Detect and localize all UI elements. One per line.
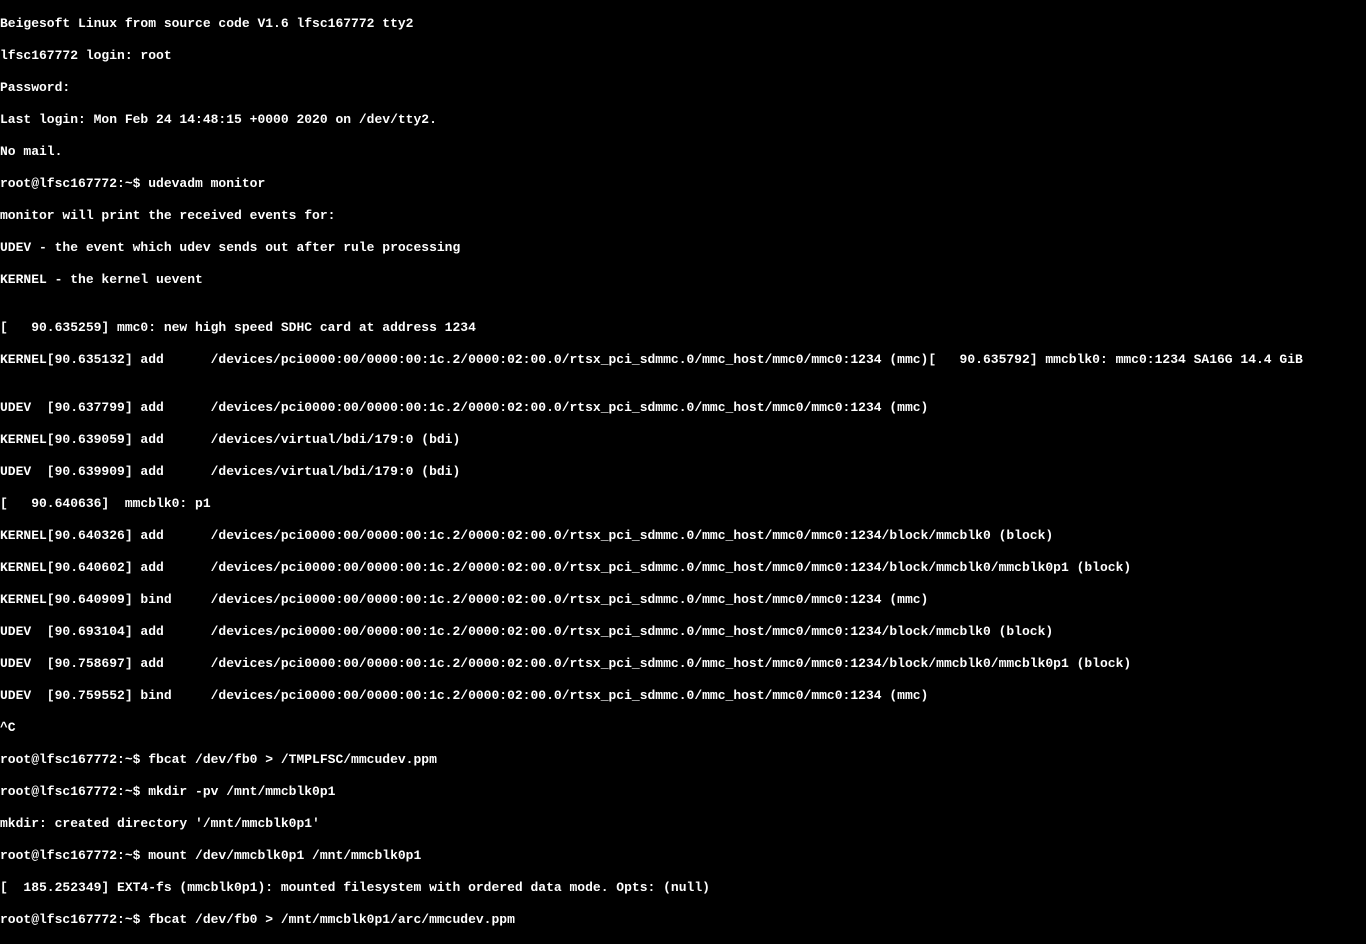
terminal-line: KERNEL[90.640602] add /devices/pci0000:0… [0, 560, 1366, 576]
terminal-line: KERNEL[90.640909] bind /devices/pci0000:… [0, 592, 1366, 608]
terminal-line: root@lfsc167772:~$ udevadm monitor [0, 176, 1366, 192]
terminal-line: KERNEL[90.639059] add /devices/virtual/b… [0, 432, 1366, 448]
terminal-line: root@lfsc167772:~$ mount /dev/mmcblk0p1 … [0, 848, 1366, 864]
terminal-line: [ 185.252349] EXT4-fs (mmcblk0p1): mount… [0, 880, 1366, 896]
terminal-line: root@lfsc167772:~$ mkdir -pv /mnt/mmcblk… [0, 784, 1366, 800]
terminal-line: KERNEL - the kernel uevent [0, 272, 1366, 288]
terminal-line: KERNEL[90.635132] add /devices/pci0000:0… [0, 352, 1366, 368]
terminal-output[interactable]: Beigesoft Linux from source code V1.6 lf… [0, 0, 1366, 944]
terminal-line: No mail. [0, 144, 1366, 160]
terminal-line: UDEV [90.758697] add /devices/pci0000:00… [0, 656, 1366, 672]
terminal-line: [ 90.640636] mmcblk0: p1 [0, 496, 1366, 512]
terminal-line: UDEV - the event which udev sends out af… [0, 240, 1366, 256]
terminal-line: ^C [0, 720, 1366, 736]
terminal-line: UDEV [90.639909] add /devices/virtual/bd… [0, 464, 1366, 480]
terminal-line: mkdir: created directory '/mnt/mmcblk0p1… [0, 816, 1366, 832]
terminal-line: root@lfsc167772:~$ fbcat /dev/fb0 > /mnt… [0, 912, 1366, 928]
terminal-line: UDEV [90.693104] add /devices/pci0000:00… [0, 624, 1366, 640]
terminal-line: KERNEL[90.640326] add /devices/pci0000:0… [0, 528, 1366, 544]
terminal-line: Last login: Mon Feb 24 14:48:15 +0000 20… [0, 112, 1366, 128]
terminal-line: lfsc167772 login: root [0, 48, 1366, 64]
terminal-line: root@lfsc167772:~$ fbcat /dev/fb0 > /TMP… [0, 752, 1366, 768]
terminal-line: [ 90.635259] mmc0: new high speed SDHC c… [0, 320, 1366, 336]
terminal-line: monitor will print the received events f… [0, 208, 1366, 224]
terminal-line: Beigesoft Linux from source code V1.6 lf… [0, 16, 1366, 32]
terminal-line: Password: [0, 80, 1366, 96]
terminal-line: UDEV [90.637799] add /devices/pci0000:00… [0, 400, 1366, 416]
terminal-line: UDEV [90.759552] bind /devices/pci0000:0… [0, 688, 1366, 704]
